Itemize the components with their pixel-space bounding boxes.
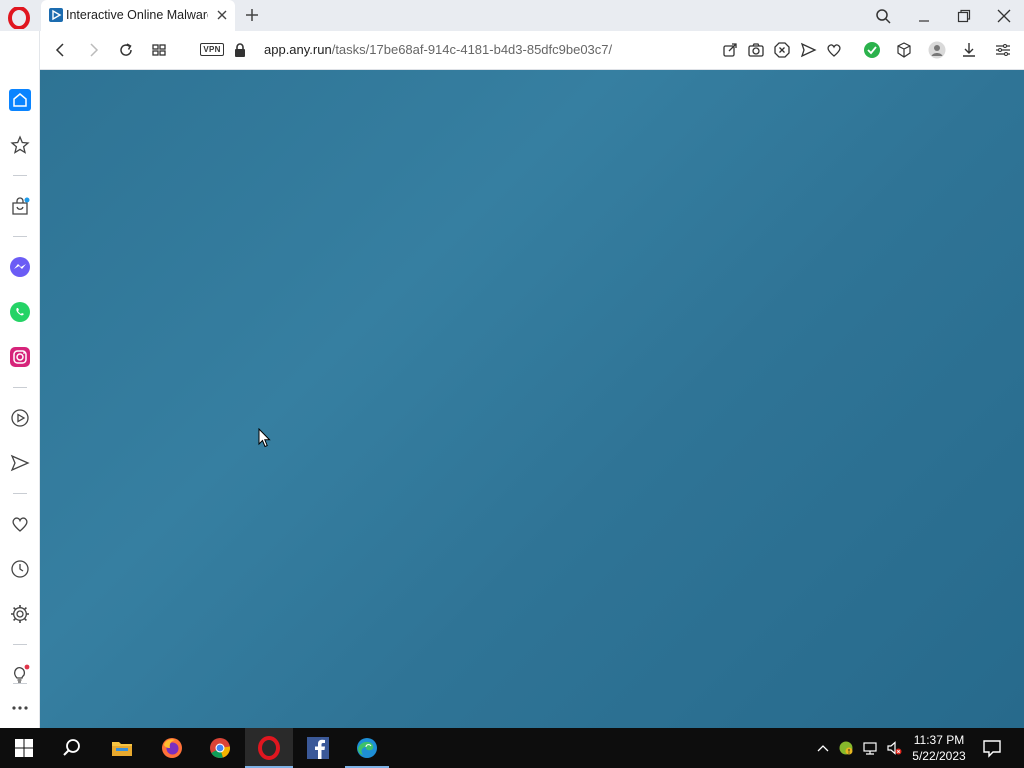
volume-muted-icon[interactable] (886, 740, 902, 756)
file-explorer-icon[interactable] (110, 736, 134, 760)
camera-icon[interactable] (747, 41, 765, 59)
tab-strip: Interactive Online Malware (0, 0, 1024, 31)
system-clock[interactable]: 11:37 PM 5/22/2023 (904, 732, 974, 766)
search-tabs-icon[interactable] (874, 7, 892, 25)
heart-icon[interactable] (825, 41, 843, 59)
new-tab-icon[interactable] (243, 6, 261, 24)
mouse-cursor-icon (258, 428, 271, 448)
more-icon[interactable] (9, 697, 31, 719)
network-icon[interactable] (862, 740, 878, 756)
url-path: /tasks/17be68af-914c-4181-b4d3-85dfc9be0… (331, 42, 613, 57)
adblock-icon[interactable] (773, 41, 791, 59)
home-icon[interactable] (9, 89, 31, 111)
whatsapp-icon[interactable] (9, 301, 31, 323)
firefox-icon[interactable] (160, 736, 184, 760)
show-hidden-icons-icon[interactable] (815, 740, 831, 756)
url-field[interactable]: app.any.run/tasks/17be68af-914c-4181-b4d… (264, 42, 684, 60)
sidebar-separator (13, 644, 27, 645)
chrome-icon[interactable] (208, 736, 232, 760)
vpn-badge[interactable]: VPN (200, 43, 224, 56)
back-icon[interactable] (52, 41, 70, 59)
notification-center-icon[interactable] (980, 736, 1004, 760)
reload-icon[interactable] (117, 41, 135, 59)
address-bar: VPN app.any.run/tasks/17be68af-914c-4181… (40, 31, 1024, 70)
close-tab-icon[interactable] (215, 8, 229, 22)
close-window-icon[interactable] (995, 7, 1013, 25)
sidebar-separator (13, 236, 27, 237)
lock-icon[interactable] (231, 41, 249, 59)
history-icon[interactable] (9, 558, 31, 580)
player-icon[interactable] (9, 407, 31, 429)
profile-avatar-icon[interactable] (928, 41, 946, 59)
minimize-icon[interactable] (915, 7, 933, 25)
cube-icon[interactable] (895, 41, 913, 59)
heart-icon[interactable] (9, 513, 31, 535)
forward-icon[interactable] (84, 41, 102, 59)
facebook-icon[interactable] (306, 736, 330, 760)
clock-date: 5/22/2023 (912, 749, 966, 763)
lightbulb-icon[interactable] (9, 663, 31, 685)
star-icon[interactable] (9, 134, 31, 156)
antivirus-tray-icon[interactable] (838, 740, 854, 756)
security-check-icon[interactable] (863, 41, 881, 59)
send-icon[interactable] (9, 452, 31, 474)
sidebar-separator (13, 175, 27, 176)
sidebar-separator (13, 493, 27, 494)
tab-title: Interactive Online Malware (66, 8, 208, 22)
instagram-icon[interactable] (9, 346, 31, 368)
opera-menu-icon[interactable] (8, 7, 30, 29)
settings-icon[interactable] (9, 603, 31, 625)
windows-taskbar: 11:37 PM 5/22/2023 (0, 728, 1024, 768)
clock-time: 11:37 PM (913, 733, 965, 747)
sidebar-separator (13, 683, 27, 684)
url-host: app.any.run (264, 42, 332, 57)
opera-icon[interactable] (257, 736, 281, 760)
share-icon[interactable] (721, 41, 739, 59)
edge-icon[interactable] (355, 736, 379, 760)
download-icon[interactable] (960, 41, 978, 59)
windows-start-icon[interactable] (12, 736, 36, 760)
browser-tab[interactable]: Interactive Online Malware (41, 0, 235, 31)
anyrun-favicon-icon (49, 8, 63, 22)
sidebar (0, 31, 40, 728)
page-content[interactable] (40, 70, 1024, 728)
tab-grid-icon[interactable] (150, 41, 168, 59)
easy-setup-icon[interactable] (994, 41, 1012, 59)
messenger-icon[interactable] (9, 256, 31, 278)
sidebar-separator (13, 387, 27, 388)
restore-icon[interactable] (955, 7, 973, 25)
search-icon[interactable] (60, 736, 84, 760)
shopping-bag-icon[interactable] (9, 196, 31, 218)
send-icon[interactable] (799, 41, 817, 59)
